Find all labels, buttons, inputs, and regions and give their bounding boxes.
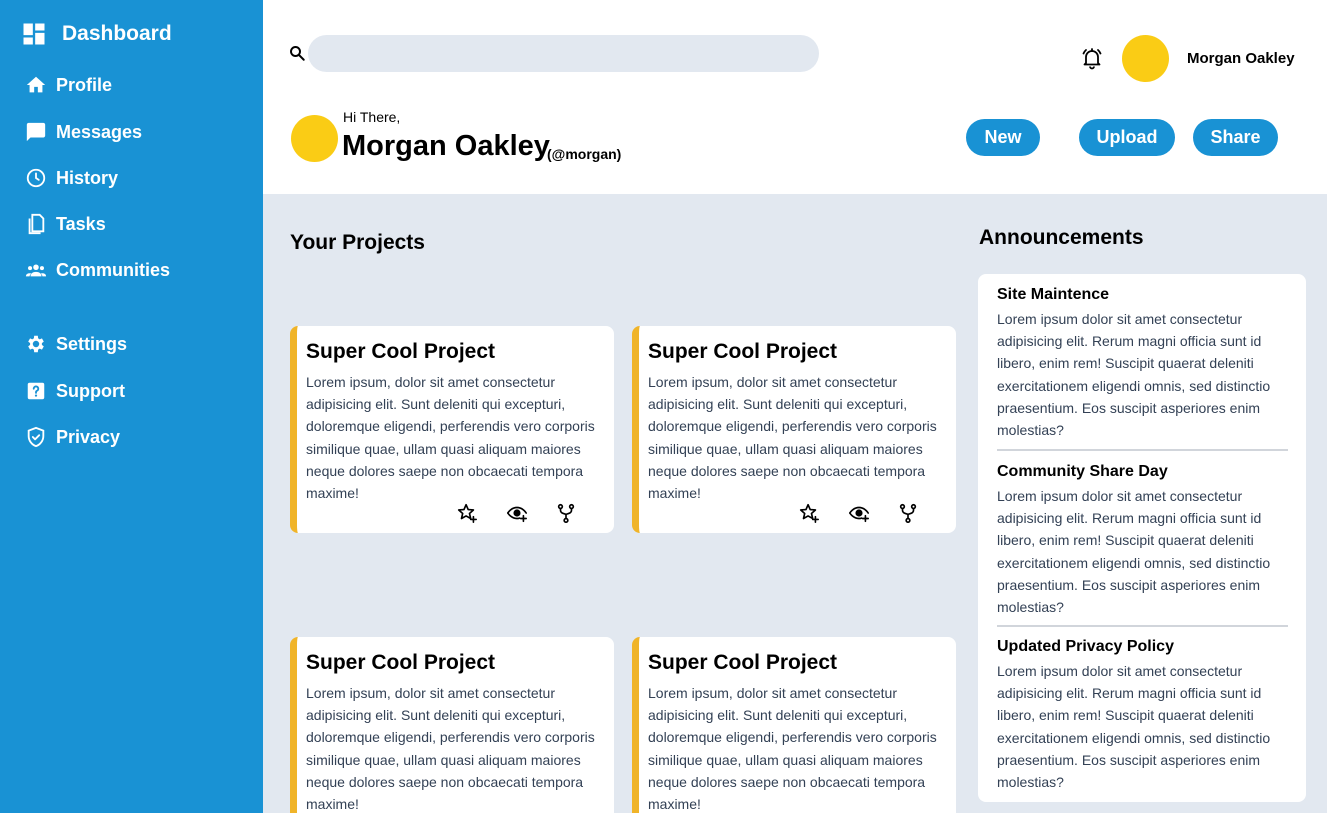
home-icon	[25, 74, 47, 96]
dashboard-icon	[20, 20, 48, 48]
help-icon	[25, 380, 47, 402]
sidebar-item-label: Tasks	[56, 213, 106, 234]
sidebar-item-label: Communities	[56, 259, 171, 280]
document-icon	[25, 213, 47, 235]
sidebar-item-label: History	[56, 167, 119, 188]
header: Morgan Oakley Hi There, Morgan Oakley (@…	[263, 0, 1327, 194]
divider	[997, 449, 1288, 451]
announcement-body: Lorem ipsum dolor sit amet consectetur a…	[997, 663, 1271, 791]
user-name[interactable]: Morgan Oakley	[1187, 50, 1295, 67]
sidebar-item-tasks[interactable]: Tasks	[25, 211, 106, 237]
announcement-title: Site Maintence	[997, 286, 1110, 303]
sidebar-item-history[interactable]: History	[25, 165, 118, 191]
watch-icon[interactable]	[506, 502, 528, 524]
search-icon[interactable]	[288, 44, 306, 62]
greeting: Hi There,	[343, 109, 401, 125]
announcements-panel: Site Maintence Lorem ipsum dolor sit ame…	[978, 274, 1306, 802]
project-title: Super Cool Project	[306, 651, 496, 674]
announcement-item[interactable]: Site Maintence Lorem ipsum dolor sit ame…	[997, 286, 1288, 441]
project-card[interactable]: Super Cool Project Lorem ipsum, dolor si…	[632, 326, 956, 533]
projects-title: Your Projects	[290, 231, 425, 254]
sidebar: Dashboard Profile Messages History Tasks	[0, 0, 263, 813]
sidebar-item-label: Privacy	[56, 426, 121, 447]
brand[interactable]: Dashboard	[20, 20, 172, 48]
announcement-title: Updated Privacy Policy	[997, 638, 1174, 655]
gear-icon	[25, 333, 47, 355]
sidebar-item-support[interactable]: Support	[25, 378, 125, 404]
people-icon	[25, 259, 47, 281]
upload-button[interactable]: Upload	[1079, 119, 1175, 156]
sidebar-item-label: Messages	[56, 121, 143, 142]
sidebar-item-label: Settings	[56, 333, 128, 354]
sidebar-item-privacy[interactable]: Privacy	[25, 424, 120, 450]
fork-icon[interactable]	[897, 502, 919, 524]
project-description: Lorem ipsum, dolor sit amet consectetur …	[306, 685, 595, 813]
brand-title: Dashboard	[62, 22, 172, 45]
project-title: Super Cool Project	[648, 651, 838, 674]
fork-icon[interactable]	[555, 502, 577, 524]
announcement-body: Lorem ipsum dolor sit amet consectetur a…	[997, 488, 1271, 616]
search-input[interactable]	[308, 35, 819, 72]
sidebar-item-communities[interactable]: Communities	[25, 257, 170, 283]
announcement-item[interactable]: Updated Privacy Policy Lorem ipsum dolor…	[997, 638, 1288, 793]
project-title: Super Cool Project	[306, 340, 496, 363]
star-add-icon[interactable]	[456, 502, 478, 524]
profile-name: Morgan Oakley	[342, 130, 550, 162]
star-add-icon[interactable]	[798, 502, 820, 524]
project-card[interactable]: Super Cool Project Lorem ipsum, dolor si…	[632, 637, 956, 813]
watch-icon[interactable]	[848, 502, 870, 524]
sidebar-item-profile[interactable]: Profile	[25, 72, 112, 98]
clock-icon	[25, 167, 47, 189]
sidebar-item-label: Profile	[56, 74, 113, 95]
user-avatar[interactable]	[1122, 35, 1169, 82]
divider	[997, 625, 1288, 627]
profile-avatar	[291, 115, 338, 162]
share-button[interactable]: Share	[1193, 119, 1278, 156]
announcement-item[interactable]: Community Share Day Lorem ipsum dolor si…	[997, 463, 1288, 618]
notification-bell-icon[interactable]	[1080, 46, 1104, 70]
sidebar-item-messages[interactable]: Messages	[25, 119, 142, 145]
sidebar-item-label: Support	[56, 380, 125, 401]
project-description: Lorem ipsum, dolor sit amet consectetur …	[648, 374, 937, 502]
new-button[interactable]: New	[966, 119, 1040, 156]
project-title: Super Cool Project	[648, 340, 838, 363]
announcements-title: Announcements	[979, 226, 1144, 249]
announcement-title: Community Share Day	[997, 463, 1168, 480]
profile-handle: (@morgan)	[547, 146, 622, 162]
project-description: Lorem ipsum, dolor sit amet consectetur …	[306, 374, 595, 502]
project-actions	[297, 502, 614, 526]
message-icon	[25, 121, 47, 143]
shield-icon	[25, 426, 47, 448]
project-description: Lorem ipsum, dolor sit amet consectetur …	[648, 685, 937, 813]
project-card[interactable]: Super Cool Project Lorem ipsum, dolor si…	[290, 326, 614, 533]
announcement-body: Lorem ipsum dolor sit amet consectetur a…	[997, 311, 1271, 439]
project-card[interactable]: Super Cool Project Lorem ipsum, dolor si…	[290, 637, 614, 813]
project-actions	[639, 502, 956, 526]
sidebar-item-settings[interactable]: Settings	[25, 331, 127, 357]
